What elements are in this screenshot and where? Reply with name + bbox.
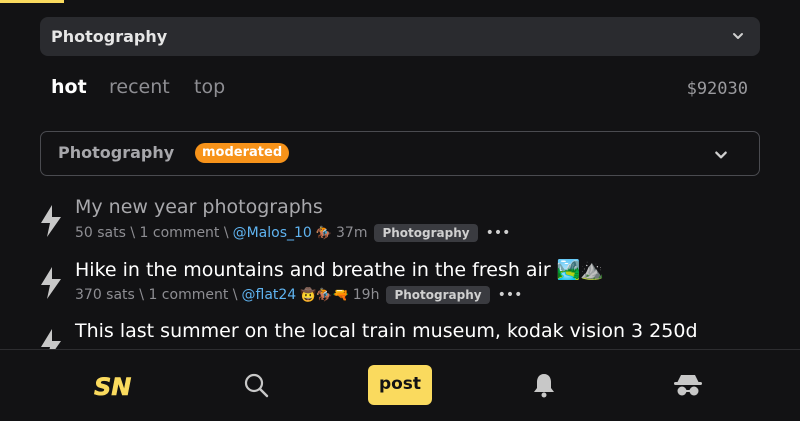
item-sats: 50 sats xyxy=(75,225,126,241)
post-button[interactable]: post xyxy=(368,365,432,405)
item-title[interactable]: This last summer on the local train muse… xyxy=(75,320,698,342)
chevron-down-icon xyxy=(733,33,743,39)
zap-upvote-icon[interactable] xyxy=(38,204,64,238)
territory-name: Photography xyxy=(58,143,175,162)
item-territory-tag[interactable]: Photography xyxy=(374,224,478,242)
btc-price[interactable]: $92030 xyxy=(687,79,748,99)
more-options-icon[interactable]: ••• xyxy=(498,287,523,303)
item-title[interactable]: My new year photographs xyxy=(75,196,323,218)
search-icon[interactable] xyxy=(243,372,269,398)
item-comments[interactable]: 1 comment xyxy=(140,225,220,241)
item-title[interactable]: Hike in the mountains and breathe in the… xyxy=(75,258,604,281)
list-item: Hike in the mountains and breathe in the… xyxy=(0,259,800,324)
item-comments[interactable]: 1 comment xyxy=(148,287,228,303)
zap-upvote-icon[interactable] xyxy=(38,266,64,300)
item-age[interactable]: 19h xyxy=(353,287,380,303)
item-username[interactable]: @Malos_10 xyxy=(233,225,312,241)
moderated-badge: moderated xyxy=(195,143,290,163)
item-sats: 370 sats xyxy=(75,287,135,303)
anon-icon[interactable] xyxy=(673,372,703,398)
sn-logo-icon[interactable]: SN xyxy=(90,368,136,402)
more-options-icon[interactable]: ••• xyxy=(486,225,511,241)
chevron-down-icon[interactable] xyxy=(714,148,728,162)
tab-top[interactable]: top xyxy=(194,76,225,98)
bell-icon[interactable] xyxy=(532,372,556,398)
territory-select[interactable]: Photography xyxy=(40,17,760,56)
hat-icon: 🤠🏇🔫 xyxy=(300,287,349,303)
item-meta: 50 sats \ 1 comment \ @Malos_10 🏇 37m Ph… xyxy=(75,224,511,242)
item-age[interactable]: 37m xyxy=(336,225,367,241)
sn-logo-text: SN xyxy=(94,373,131,401)
item-username[interactable]: @flat24 xyxy=(242,287,297,303)
list-item: My new year photographs 50 sats \ 1 comm… xyxy=(0,196,800,262)
territory-select-value: Photography xyxy=(51,27,168,46)
hat-icon: 🏇 xyxy=(315,225,333,241)
top-accent-bar xyxy=(0,0,64,3)
territory-info-header[interactable]: Photography moderated xyxy=(40,131,760,176)
item-territory-tag[interactable]: Photography xyxy=(386,286,490,304)
item-meta: 370 sats \ 1 comment \ @flat24 🤠🏇🔫 19h P… xyxy=(75,286,523,304)
tab-recent[interactable]: recent xyxy=(109,76,170,98)
tab-hot[interactable]: hot xyxy=(51,76,87,98)
bottom-nav: SN post xyxy=(0,349,800,421)
